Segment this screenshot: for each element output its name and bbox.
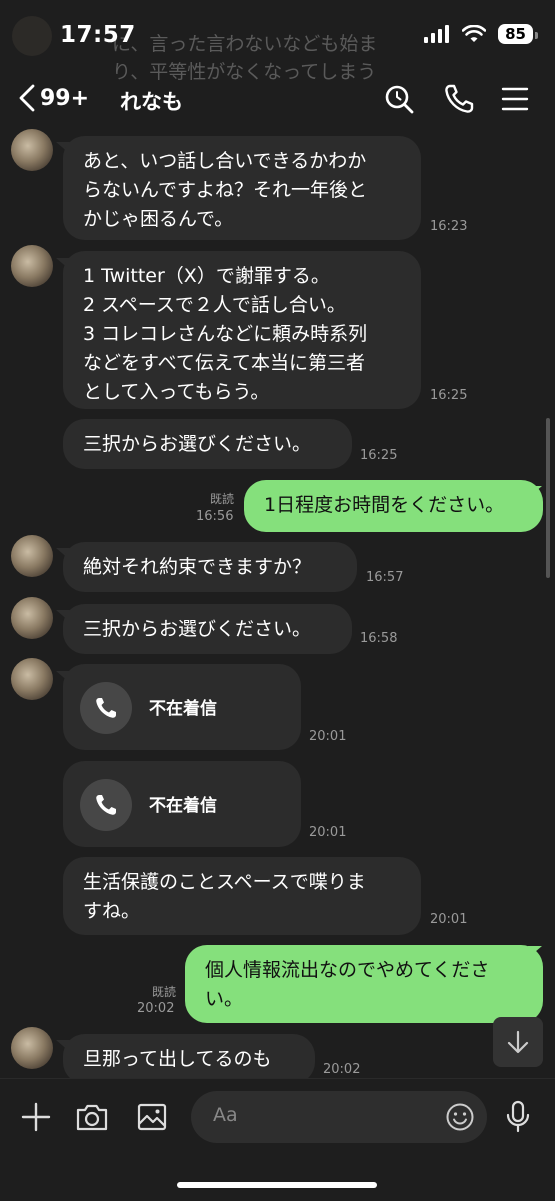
avatar[interactable] <box>11 535 53 577</box>
avatar[interactable] <box>11 597 53 639</box>
call-label: 不在着信 <box>149 796 217 816</box>
avatar[interactable] <box>11 245 53 287</box>
incoming-message[interactable]: 1 Twitter（X）で謝罪する。 2 スペースで２人で話し合い。 3 コレコ… <box>63 251 421 409</box>
status-time: 17:57 <box>60 22 136 48</box>
incoming-message[interactable]: 生活保護のことスペースで喋りま すね。 <box>63 857 421 935</box>
incoming-message[interactable]: 三択からお選びください。 <box>63 419 352 469</box>
status-bar: に、言った言わないなども始まり、平等性がなくなってしまう 17:57 85 <box>0 0 555 83</box>
input-placeholder: Aa <box>213 1104 238 1126</box>
message-time: 16:25 <box>360 448 398 463</box>
incoming-message[interactable]: 旦那って出してるのも <box>63 1034 315 1084</box>
message-time: 16:25 <box>430 388 468 403</box>
plus-icon <box>21 1102 51 1132</box>
call-button[interactable] <box>80 779 132 831</box>
message-time: 20:01 <box>430 912 468 927</box>
phone-icon <box>96 795 116 815</box>
camera-button[interactable] <box>74 1099 110 1135</box>
chevron-left-icon <box>19 84 35 112</box>
image-button[interactable] <box>134 1099 170 1135</box>
home-indicator[interactable] <box>177 1182 377 1188</box>
avatar[interactable] <box>11 658 53 700</box>
message-time: 20:02 <box>137 1001 175 1016</box>
incoming-message[interactable]: 三択からお選びください。 <box>63 604 352 654</box>
incoming-message[interactable]: 絶対それ約束できますか？ <box>63 542 357 592</box>
read-receipt: 既読 <box>209 492 234 506</box>
message-time: 20:02 <box>323 1062 361 1077</box>
message-time: 20:01 <box>309 825 347 840</box>
missed-call-message[interactable]: 不在着信 <box>63 664 301 750</box>
emoji-icon[interactable] <box>445 1102 475 1132</box>
outgoing-message[interactable]: 1日程度お時間をください。 <box>244 480 543 532</box>
image-icon <box>137 1103 167 1131</box>
missed-call-message[interactable]: 不在着信 <box>63 761 301 847</box>
add-button[interactable] <box>18 1099 54 1135</box>
avatar <box>12 16 52 56</box>
message-time: 20:01 <box>309 729 347 744</box>
phone-icon <box>96 698 116 718</box>
back-button[interactable]: 99+ <box>18 84 89 112</box>
phone-icon[interactable] <box>442 82 476 116</box>
chat-title: れなも <box>120 90 183 114</box>
message-time: 16:58 <box>360 631 398 646</box>
microphone-icon <box>506 1100 530 1133</box>
arrow-down-icon <box>507 1030 529 1054</box>
scroll-to-bottom-button[interactable] <box>493 1017 543 1067</box>
unread-count: 99+ <box>40 85 90 111</box>
incoming-message[interactable]: あと、いつ話し合いできるかわか らないんですよね？それ一年後と かじゃ困るんで。 <box>63 136 421 240</box>
cellular-signal-icon <box>424 25 450 43</box>
battery-indicator: 85 <box>498 24 538 44</box>
search-icon[interactable] <box>382 82 416 116</box>
call-button[interactable] <box>80 682 132 734</box>
avatar[interactable] <box>11 1027 53 1069</box>
avatar[interactable] <box>11 129 53 171</box>
message-time: 16:56 <box>196 509 234 524</box>
wifi-icon <box>462 25 487 42</box>
read-receipt: 既読 <box>151 985 176 999</box>
outgoing-message[interactable]: 個人情報流出なのでやめてくださ い。 <box>185 945 543 1023</box>
message-input[interactable]: Aa <box>191 1091 487 1143</box>
status-icons: 85 <box>424 24 538 44</box>
message-time: 16:57 <box>366 570 404 585</box>
voice-button[interactable] <box>500 1099 536 1135</box>
camera-icon <box>76 1104 108 1131</box>
message-time: 16:23 <box>430 219 468 234</box>
scrollbar[interactable] <box>546 418 550 578</box>
chat-header: 99+ れなも <box>0 72 555 128</box>
call-label: 不在着信 <box>149 699 217 719</box>
menu-icon[interactable] <box>499 82 533 116</box>
